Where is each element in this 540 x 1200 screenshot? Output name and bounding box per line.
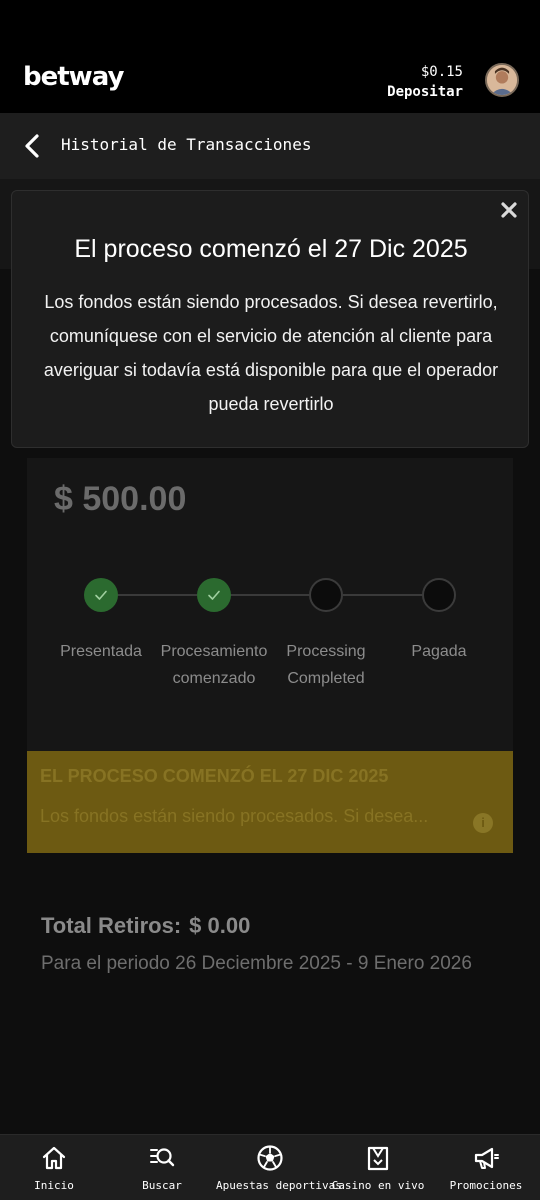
info-icon[interactable]: i: [473, 813, 493, 833]
step-label: Processing Completed: [286, 643, 366, 687]
nav-label: Inicio: [34, 1179, 74, 1192]
brand-logo[interactable]: betway: [23, 62, 124, 92]
nav-item-buscar[interactable]: Buscar: [108, 1135, 216, 1200]
nav-item-promociones[interactable]: Promociones: [432, 1135, 540, 1200]
info-popup: El proceso comenzó el 27 Dic 2025 Los fo…: [11, 190, 529, 448]
close-icon[interactable]: [500, 201, 518, 219]
megaphone-icon: [472, 1144, 500, 1172]
top-bar: betway $0.15 Depositar: [0, 0, 540, 113]
nav-item-apuestas-deportivas[interactable]: Apuestas deportivas: [216, 1135, 342, 1200]
transaction-card: $ 500.00 Presentada Procesamiento comenz…: [27, 458, 513, 853]
step-pending-circle-icon: [422, 578, 456, 612]
soccer-ball-icon: [256, 1144, 284, 1172]
step-label: Pagada: [411, 643, 467, 660]
nav-label: Buscar: [142, 1179, 182, 1192]
step-done-check-icon: [84, 578, 118, 612]
page-title: Historial de Transacciones: [61, 135, 312, 154]
step-label: Procesamiento comenzado: [160, 643, 268, 687]
page-header: Historial de Transacciones: [0, 113, 540, 179]
balance-amount: $0.15: [420, 64, 463, 80]
popup-body: Los fondos están siendo procesados. Si d…: [43, 292, 499, 414]
step-done-check-icon: [197, 578, 231, 612]
total-withdrawals: Total Retiros: $ 0.00: [41, 913, 250, 939]
nav-label: Apuestas deportivas: [216, 1179, 342, 1192]
nav-label: Casino en vivo: [331, 1179, 425, 1192]
deposit-link[interactable]: Depositar: [387, 82, 463, 102]
nav-label: Promociones: [449, 1179, 523, 1192]
step-connector: [117, 594, 197, 596]
popup-title: El proceso comenzó el 27 Dic 2025: [74, 235, 468, 263]
step-connector: [230, 594, 310, 596]
notice-title: EL PROCESO COMENZÓ EL 27 DIC 2025: [40, 766, 389, 786]
balance-block[interactable]: $0.15 Depositar: [387, 62, 463, 102]
step-connector: [343, 594, 423, 596]
avatar[interactable]: [485, 63, 519, 97]
period-text: Para el periodo 26 Deciembre 2025 - 9 En…: [41, 953, 472, 974]
total-label: Total Retiros:: [41, 913, 182, 938]
step-pending-circle-icon: [309, 578, 343, 612]
transaction-amount: $ 500.00: [54, 480, 187, 518]
status-notice[interactable]: EL PROCESO COMENZÓ EL 27 DIC 2025 Los fo…: [27, 751, 513, 853]
nav-item-inicio[interactable]: Inicio: [0, 1135, 108, 1200]
progress-steps: Presentada Procesamiento comenzado Proce…: [27, 578, 513, 688]
notice-text: Los fondos están siendo procesados. Si d…: [40, 806, 429, 826]
bottom-nav: Inicio Buscar Apuestas deportivas Casino…: [0, 1134, 540, 1200]
search-icon: [148, 1144, 176, 1172]
step-label: Presentada: [60, 643, 142, 660]
dealer-icon: [364, 1144, 392, 1172]
total-value: $ 0.00: [189, 913, 251, 938]
nav-item-casino-en-vivo[interactable]: Casino en vivo: [324, 1135, 432, 1200]
home-icon: [40, 1144, 68, 1172]
back-arrow-icon[interactable]: [20, 131, 46, 161]
